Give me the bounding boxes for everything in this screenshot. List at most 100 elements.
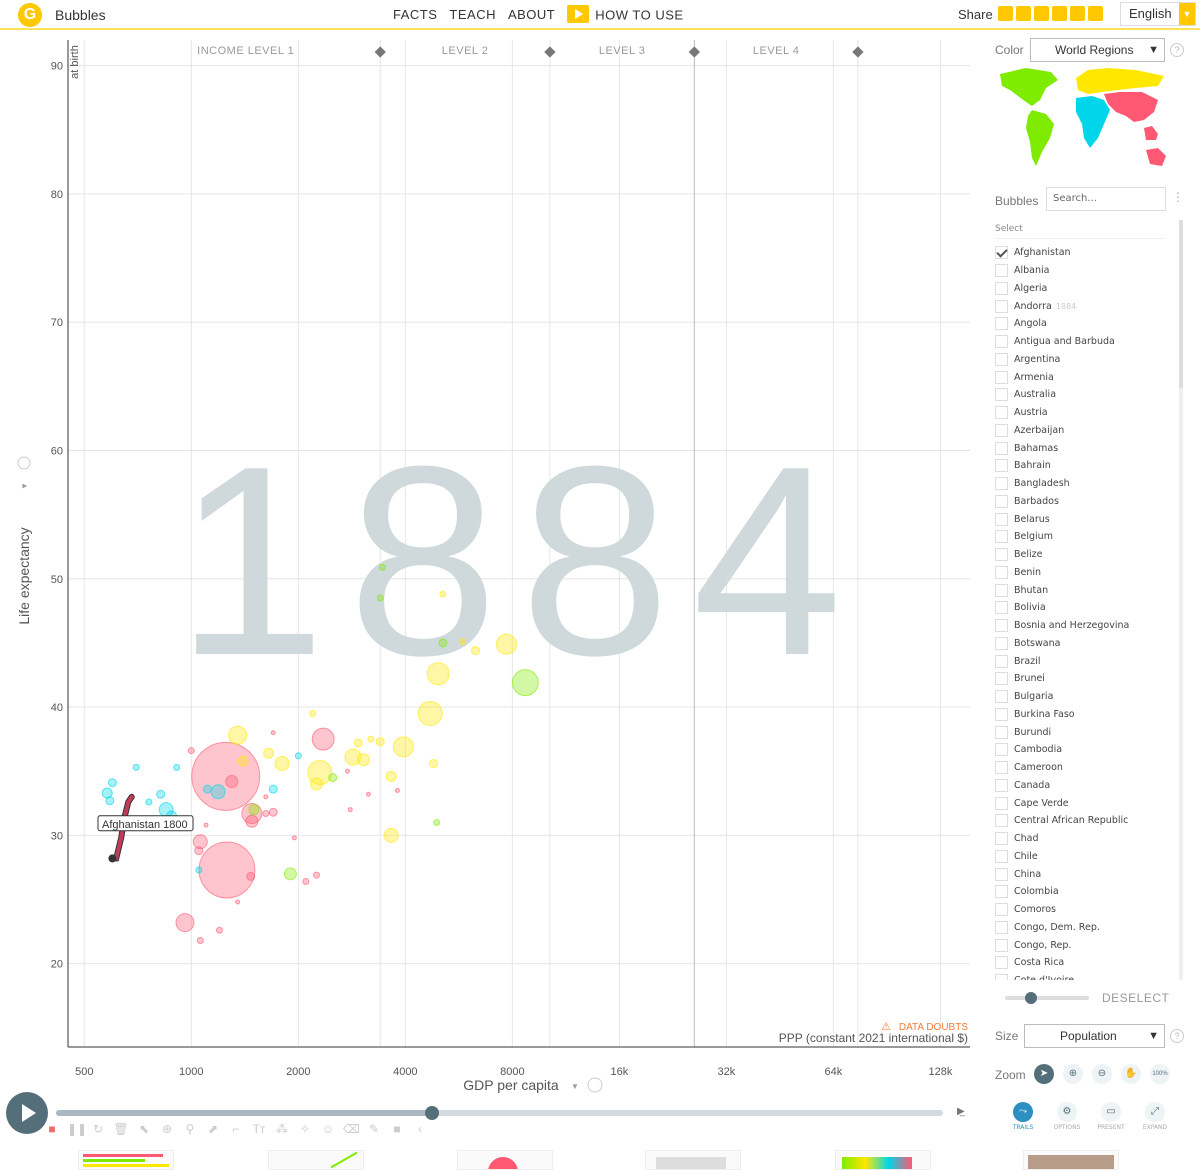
data-bubble[interactable] bbox=[203, 822, 209, 828]
zoom-out-icon[interactable]: ⊖ bbox=[1092, 1064, 1112, 1084]
data-bubble[interactable] bbox=[433, 819, 441, 827]
collapse-icon[interactable]: ‹ bbox=[412, 1122, 428, 1136]
country-list-item[interactable]: Congo, Dem. Rep. bbox=[995, 919, 1173, 937]
x-axis-label[interactable]: GDP per capita bbox=[463, 1077, 559, 1093]
country-list-item[interactable]: Canada bbox=[995, 777, 1173, 795]
country-list-item[interactable]: Bulgaria bbox=[995, 688, 1173, 706]
data-bubble[interactable] bbox=[417, 700, 443, 726]
bubble-chart-svg[interactable]: 500 1000 2000 4000 8000 16k 32k 64k 128k20304050… bbox=[0, 32, 985, 1102]
country-list-item[interactable]: Bosnia and Herzegovina bbox=[995, 617, 1173, 635]
country-checkbox[interactable] bbox=[995, 832, 1008, 846]
data-bubble[interactable] bbox=[378, 563, 386, 571]
data-bubble[interactable] bbox=[375, 737, 385, 747]
timeline-slider[interactable] bbox=[56, 1110, 943, 1116]
data-bubble[interactable] bbox=[198, 841, 256, 899]
country-checkbox[interactable] bbox=[995, 796, 1008, 810]
data-bubble[interactable] bbox=[246, 871, 256, 881]
country-checkbox[interactable] bbox=[995, 299, 1008, 313]
country-list-item[interactable]: Antigua and Barbuda bbox=[995, 333, 1173, 351]
country-checkbox[interactable] bbox=[995, 281, 1008, 295]
data-bubble[interactable] bbox=[353, 738, 363, 748]
country-checkbox[interactable] bbox=[995, 441, 1008, 455]
country-checkbox[interactable] bbox=[995, 317, 1008, 331]
data-bubble[interactable] bbox=[270, 730, 276, 736]
data-bubble[interactable] bbox=[132, 763, 140, 771]
data-bubble[interactable] bbox=[156, 789, 166, 799]
country-checkbox[interactable] bbox=[995, 956, 1008, 970]
country-list-item[interactable]: Benin bbox=[995, 564, 1173, 582]
country-checkbox[interactable] bbox=[995, 246, 1008, 260]
text-icon[interactable]: Tт bbox=[251, 1122, 267, 1136]
country-list-item[interactable]: Brunei bbox=[995, 670, 1173, 688]
data-bubble[interactable] bbox=[210, 784, 226, 800]
income-boundary-handle[interactable] bbox=[374, 46, 386, 58]
country-list-item[interactable]: Botswana bbox=[995, 635, 1173, 653]
magic-wand-icon[interactable]: ✧ bbox=[297, 1122, 313, 1136]
data-bubble[interactable] bbox=[191, 741, 261, 811]
data-bubble[interactable] bbox=[302, 878, 310, 886]
more-options-icon[interactable]: ⋮ bbox=[1172, 190, 1184, 204]
data-bubble[interactable] bbox=[394, 787, 400, 793]
country-list-item[interactable]: Belarus bbox=[995, 510, 1173, 528]
cursor-icon[interactable]: ➤ bbox=[1034, 1064, 1054, 1084]
bubble-chart[interactable]: 500 1000 2000 4000 8000 16k 32k 64k 128k 20 30 40 50… bbox=[0, 32, 985, 1102]
deselect-button[interactable]: DESELECT bbox=[1102, 991, 1169, 1005]
country-checkbox[interactable] bbox=[995, 761, 1008, 775]
country-list-item[interactable]: Angola bbox=[995, 315, 1173, 333]
size-select[interactable]: Population ▼ bbox=[1024, 1024, 1165, 1048]
language-select[interactable]: English ▼ bbox=[1120, 2, 1196, 26]
data-bubble[interactable] bbox=[439, 590, 447, 598]
country-checkbox[interactable] bbox=[995, 601, 1008, 615]
data-bubble[interactable] bbox=[145, 798, 153, 806]
country-checkbox[interactable] bbox=[995, 423, 1008, 437]
country-list-item[interactable]: Belgium bbox=[995, 528, 1173, 546]
nav-teach[interactable]: TEACH bbox=[449, 7, 496, 25]
country-checkbox[interactable] bbox=[995, 459, 1008, 473]
country-list-item[interactable]: Albania bbox=[995, 262, 1173, 280]
country-checkbox[interactable] bbox=[995, 494, 1008, 508]
country-checkbox[interactable] bbox=[995, 548, 1008, 562]
nav-how-to-use[interactable]: HOW TO USE bbox=[567, 5, 683, 25]
data-bubble[interactable] bbox=[376, 594, 384, 602]
opacity-slider[interactable] bbox=[1005, 996, 1089, 1000]
thumbnail-map[interactable] bbox=[645, 1150, 741, 1170]
country-checkbox[interactable] bbox=[995, 388, 1008, 402]
grid-icon[interactable]: ⁂ bbox=[274, 1122, 290, 1136]
data-bubble[interactable] bbox=[309, 709, 317, 717]
y-axis-label[interactable]: Life expectancy bbox=[16, 527, 32, 624]
record-icon[interactable]: ■ bbox=[44, 1122, 60, 1136]
thumbnail-area-chart[interactable] bbox=[835, 1150, 931, 1170]
country-list-item[interactable]: Cameroon bbox=[995, 759, 1173, 777]
country-list-item[interactable]: Bahamas bbox=[995, 439, 1173, 457]
data-bubble[interactable] bbox=[187, 747, 195, 755]
nav-about[interactable]: ABOUT bbox=[508, 7, 555, 25]
country-checkbox[interactable] bbox=[995, 707, 1008, 721]
link-icon[interactable] bbox=[1052, 6, 1067, 21]
world-regions-map[interactable] bbox=[996, 66, 1171, 178]
country-list-item[interactable]: Belize bbox=[995, 546, 1173, 564]
country-list-item[interactable]: Bolivia bbox=[995, 599, 1173, 617]
country-checkbox[interactable] bbox=[995, 849, 1008, 863]
income-boundary-handle[interactable] bbox=[544, 46, 556, 58]
country-list-item[interactable]: Chad bbox=[995, 830, 1173, 848]
country-list-item[interactable]: Austria bbox=[995, 404, 1173, 422]
thumbnail-mountain-chart[interactable] bbox=[457, 1150, 553, 1170]
income-boundary-handle[interactable] bbox=[688, 46, 701, 58]
select-icon[interactable]: ⬈ bbox=[205, 1122, 221, 1136]
data-bubble[interactable] bbox=[344, 768, 350, 774]
country-list-item[interactable]: Barbados bbox=[995, 493, 1173, 511]
country-checkbox[interactable] bbox=[995, 583, 1008, 597]
data-bubble[interactable] bbox=[263, 747, 275, 759]
data-bubble[interactable] bbox=[105, 796, 115, 806]
income-boundary-handle[interactable] bbox=[852, 46, 864, 58]
data-bubble[interactable] bbox=[291, 835, 297, 841]
list-scrollbar-thumb[interactable] bbox=[1179, 220, 1183, 388]
country-list-item[interactable]: Costa Rica bbox=[995, 954, 1173, 972]
country-checkbox[interactable] bbox=[995, 406, 1008, 420]
emoji-icon[interactable]: ☺ bbox=[320, 1122, 336, 1136]
crop-icon[interactable]: ⌐ bbox=[228, 1122, 244, 1136]
opacity-slider-handle[interactable] bbox=[1025, 992, 1037, 1004]
country-list-item[interactable]: Burundi bbox=[995, 723, 1173, 741]
data-bubble[interactable] bbox=[495, 633, 517, 655]
country-list-item[interactable]: Central African Republic bbox=[995, 812, 1173, 830]
